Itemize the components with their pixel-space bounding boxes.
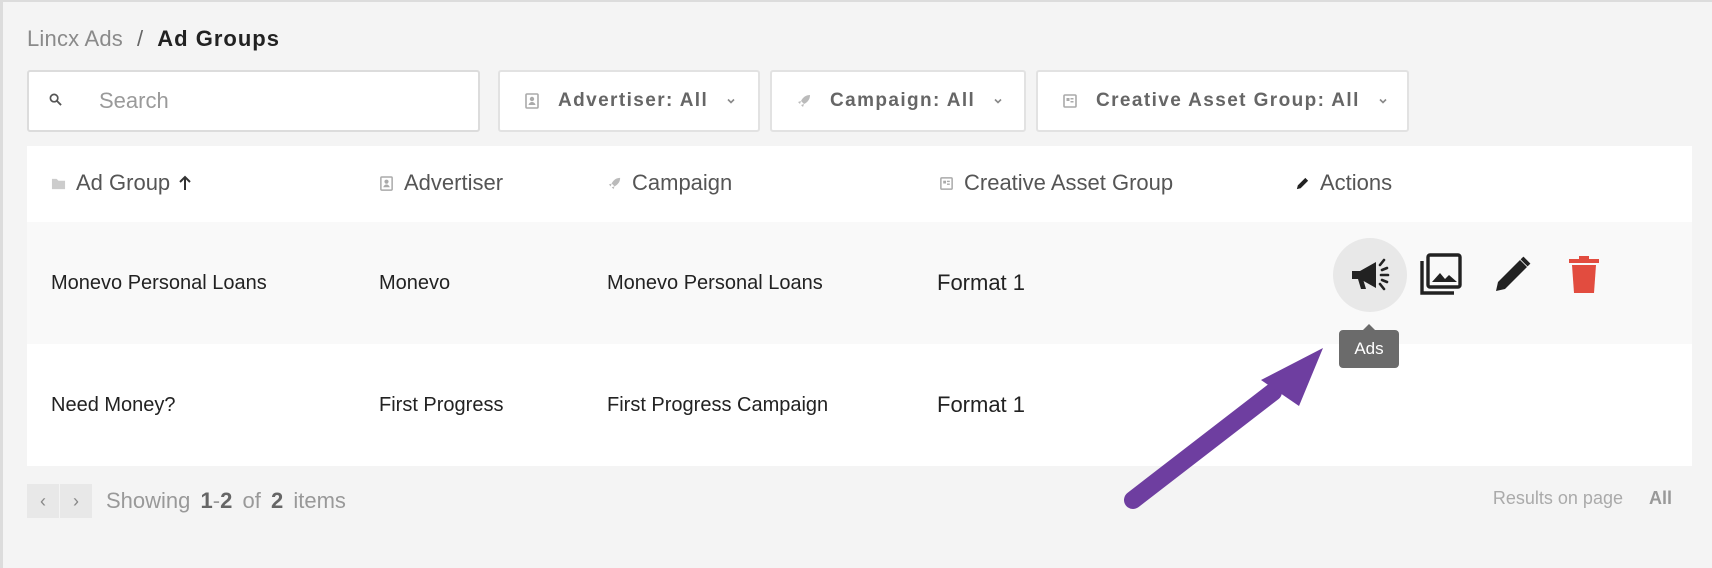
range-sep: - bbox=[212, 488, 221, 513]
column-header-actions: Actions bbox=[1295, 170, 1392, 196]
search-input[interactable] bbox=[99, 88, 459, 114]
chevron-down-icon bbox=[1378, 96, 1388, 106]
ad-groups-table: Ad Group Advertiser Campaign Creative As… bbox=[27, 146, 1692, 466]
column-header-label: Advertiser bbox=[404, 170, 504, 195]
table-row[interactable]: Need Money? First Progress First Progres… bbox=[27, 344, 1692, 466]
total-count: 2 bbox=[270, 488, 284, 513]
rocket-icon bbox=[607, 176, 622, 191]
chevron-down-icon bbox=[993, 96, 1003, 106]
column-header-label: Campaign bbox=[632, 170, 733, 195]
delete-button[interactable] bbox=[1559, 250, 1609, 300]
asset-group-icon bbox=[939, 176, 954, 191]
column-header-creative-asset-group[interactable]: Creative Asset Group bbox=[939, 170, 1173, 196]
megaphone-icon bbox=[1346, 251, 1394, 299]
campaign-filter-label: Campaign: All bbox=[830, 90, 976, 111]
page-title: Ad Groups bbox=[157, 26, 280, 51]
showing-label: Showing bbox=[106, 488, 191, 513]
breadcrumb: Lincx Ads / Ad Groups bbox=[27, 26, 280, 52]
sort-ascending-icon[interactable] bbox=[178, 175, 192, 191]
breadcrumb-root[interactable]: Lincx Ads bbox=[27, 26, 123, 51]
column-header-advertiser[interactable]: Advertiser bbox=[379, 170, 503, 196]
cell-creative-asset-group: Format 1 bbox=[937, 392, 1026, 417]
results-per-page-select[interactable]: All bbox=[1649, 488, 1672, 509]
creative-asset-group-filter[interactable]: Creative Asset Group: All bbox=[1036, 70, 1409, 132]
campaign-filter[interactable]: Campaign: All bbox=[770, 70, 1026, 132]
results-per-page-label: Results on page bbox=[1492, 488, 1623, 508]
items-label: items bbox=[293, 488, 346, 513]
ads-button[interactable] bbox=[1333, 238, 1407, 312]
rocket-icon bbox=[796, 93, 812, 109]
creative-asset-group-filter-label: Creative Asset Group: All bbox=[1096, 90, 1360, 111]
creatives-button[interactable] bbox=[1415, 248, 1467, 300]
advertiser-icon bbox=[524, 93, 540, 109]
range-end: 2 bbox=[220, 488, 233, 513]
range-start: 1 bbox=[200, 488, 213, 513]
asset-group-icon bbox=[1062, 93, 1078, 109]
edit-icon bbox=[1491, 254, 1533, 296]
cell-campaign: Monevo Personal Loans bbox=[607, 272, 823, 294]
ads-tooltip: Ads bbox=[1339, 324, 1399, 368]
folder-icon bbox=[51, 176, 66, 191]
advertiser-icon bbox=[379, 175, 394, 191]
breadcrumb-separator: / bbox=[136, 26, 144, 51]
cell-advertiser: Monevo bbox=[379, 272, 451, 294]
advertiser-filter[interactable]: Advertiser: All bbox=[498, 70, 760, 132]
pagination: ‹ › Showing 1-2 of 2 items bbox=[27, 484, 346, 518]
cell-advertiser: First Progress bbox=[379, 394, 504, 416]
chevron-down-icon bbox=[726, 96, 736, 106]
table-header: Ad Group Advertiser Campaign Creative As… bbox=[27, 146, 1692, 222]
cell-ad-group: Need Money? bbox=[51, 394, 176, 416]
column-header-ad-group[interactable]: Ad Group bbox=[51, 170, 192, 196]
search-box[interactable] bbox=[27, 70, 480, 132]
advertiser-filter-label: Advertiser: All bbox=[558, 90, 709, 111]
column-header-campaign[interactable]: Campaign bbox=[607, 170, 732, 196]
gallery-icon bbox=[1418, 251, 1464, 297]
column-header-label: Creative Asset Group bbox=[964, 170, 1174, 195]
of-label: of bbox=[242, 488, 261, 513]
pagination-summary: Showing 1-2 of 2 items bbox=[106, 488, 346, 514]
cell-campaign: First Progress Campaign bbox=[607, 394, 829, 416]
cell-ad-group: Monevo Personal Loans bbox=[51, 272, 267, 294]
column-header-label: Ad Group bbox=[76, 170, 171, 195]
pencil-icon bbox=[1295, 176, 1310, 191]
prev-page-button[interactable]: ‹ bbox=[27, 484, 59, 518]
cell-creative-asset-group: Format 1 bbox=[937, 270, 1026, 295]
trash-icon bbox=[1567, 255, 1601, 295]
column-header-label: Actions bbox=[1320, 170, 1393, 195]
edit-button[interactable] bbox=[1487, 250, 1537, 300]
search-icon bbox=[49, 93, 69, 109]
next-page-button[interactable]: › bbox=[60, 484, 92, 518]
results-per-page: Results on page All bbox=[1493, 488, 1672, 509]
